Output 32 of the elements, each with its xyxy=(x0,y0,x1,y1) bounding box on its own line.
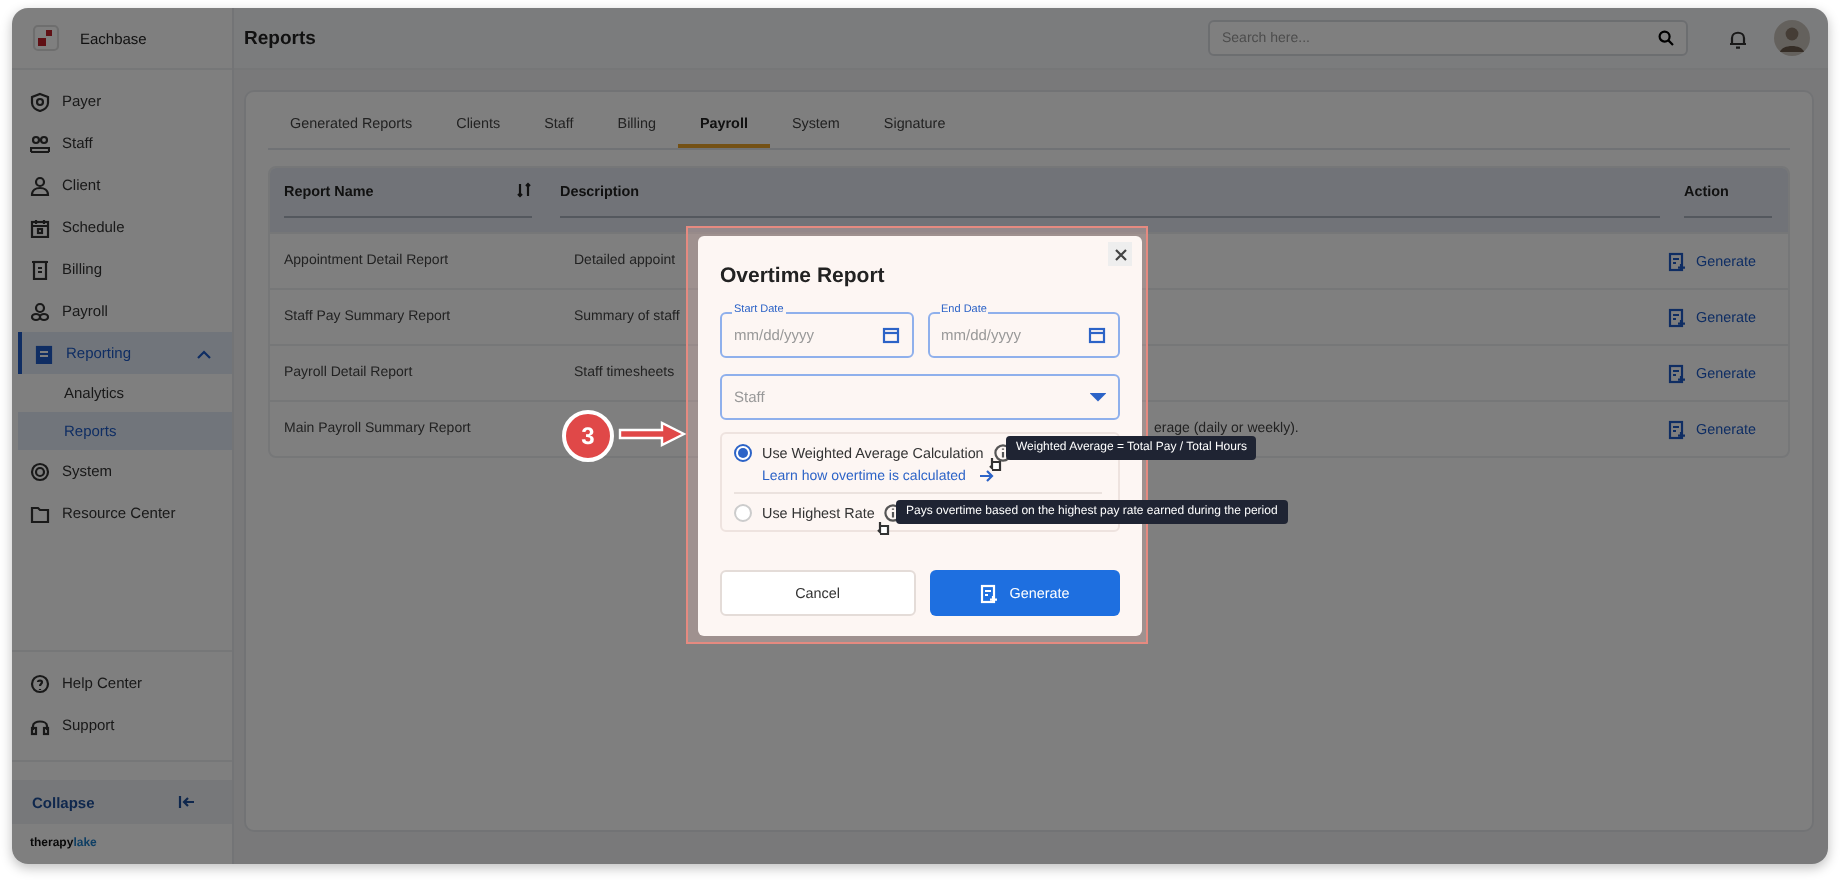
report-plus-icon xyxy=(1668,251,1686,271)
clipboard-icon xyxy=(34,343,54,363)
folder-icon xyxy=(30,503,50,523)
close-button[interactable] xyxy=(1108,242,1132,266)
avatar-icon[interactable] xyxy=(1774,20,1810,56)
bell-icon[interactable] xyxy=(1728,27,1748,49)
calendar-icon xyxy=(1088,326,1106,344)
report-plus-icon xyxy=(1668,363,1686,383)
gear-icon xyxy=(30,461,50,481)
bill-icon xyxy=(30,259,50,279)
logo-icon xyxy=(32,24,60,52)
caret-icon xyxy=(1090,392,1106,402)
arrow-right-icon xyxy=(977,468,994,484)
close-icon xyxy=(1113,247,1127,261)
collapse-icon xyxy=(178,794,196,810)
people-icon xyxy=(30,133,50,153)
radio-button[interactable] xyxy=(734,444,752,462)
search-icon xyxy=(1658,30,1674,46)
headset-icon xyxy=(30,715,50,735)
report-plus-icon xyxy=(979,583,998,603)
calendar-icon xyxy=(881,326,899,344)
report-plus-icon xyxy=(1668,307,1686,327)
arrow-icon xyxy=(618,420,686,448)
page-title: Reports xyxy=(244,27,316,49)
shield-icon xyxy=(30,91,50,111)
report-plus-icon xyxy=(1668,419,1686,439)
calendar-icon xyxy=(30,217,50,237)
help-icon xyxy=(30,673,50,693)
sort-icon[interactable] xyxy=(516,182,532,198)
dialog-title: Overtime Report xyxy=(720,264,885,288)
coins-icon xyxy=(30,301,50,321)
person-icon xyxy=(30,175,50,195)
